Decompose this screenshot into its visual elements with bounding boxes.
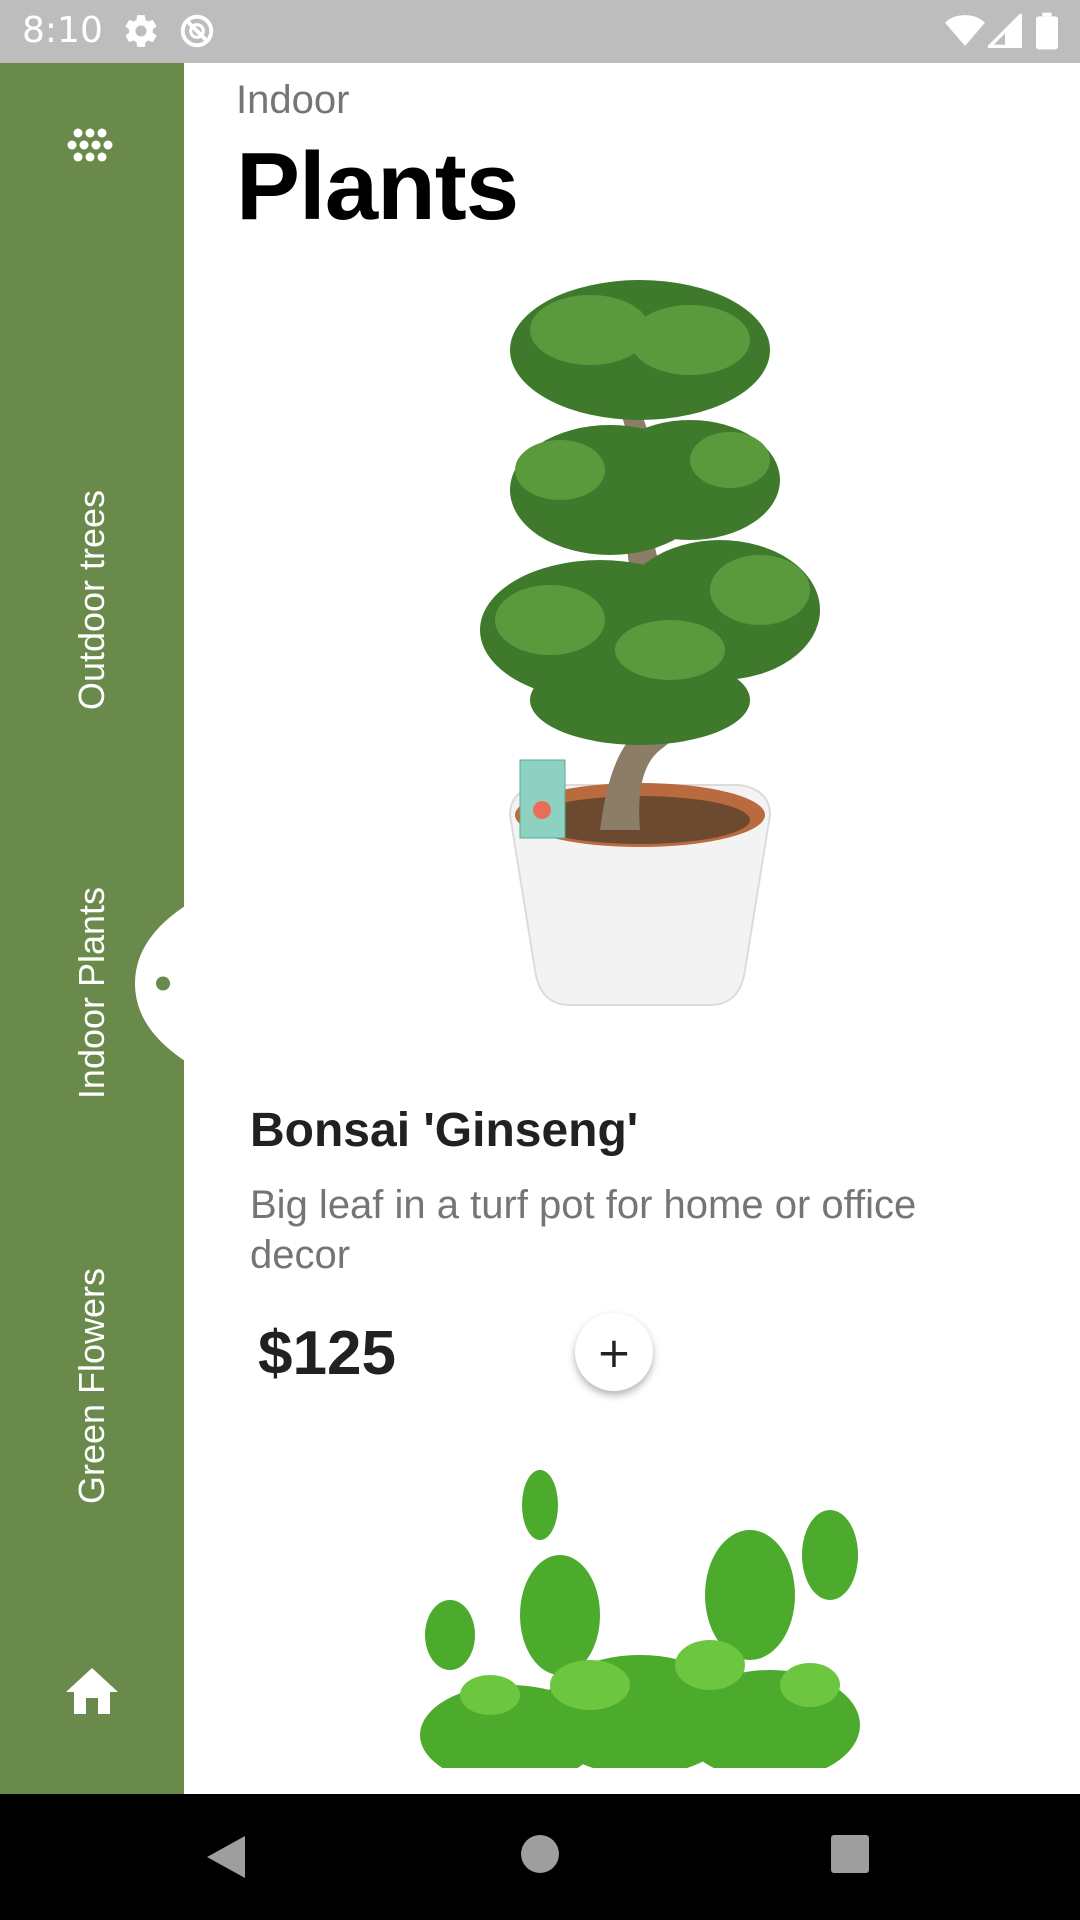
settings-icon <box>125 15 157 47</box>
status-time: 8:10 <box>22 10 103 51</box>
product-name[interactable]: Bonsai 'Ginseng' <box>250 1103 638 1158</box>
back-icon[interactable] <box>205 1834 247 1880</box>
product-price: $125 <box>258 1319 396 1388</box>
plus-icon: + <box>596 1327 632 1377</box>
tab-green-flowers-label: Green Flowers <box>71 1267 112 1505</box>
add-to-cart-button[interactable]: + <box>575 1313 653 1391</box>
no-disturb-icon <box>180 14 214 48</box>
product-description: Big leaf in a turf pot for home or offic… <box>250 1183 917 1277</box>
bonsai-image[interactable] <box>440 270 860 1010</box>
status-bar: 8:10 <box>0 0 1080 63</box>
recents-icon[interactable] <box>830 1834 870 1874</box>
category-sidebar: Outdoor trees Indoor Plants Green Flower… <box>0 63 185 1794</box>
battery-icon <box>1036 12 1058 50</box>
tab-outdoor-trees-label: Outdoor trees <box>71 489 112 711</box>
home-icon[interactable] <box>66 1668 118 1716</box>
active-tab-indicator <box>135 906 185 1061</box>
dots-grid-icon[interactable] <box>66 125 114 173</box>
header-subtitle: Indoor <box>236 78 350 122</box>
home-circle-icon[interactable] <box>520 1834 560 1874</box>
signal-icon <box>988 14 1022 48</box>
page-title: Plants <box>236 133 519 240</box>
tab-indoor-plants-label: Indoor Plants <box>71 886 112 1100</box>
green-plant-image[interactable] <box>390 1465 890 1768</box>
wifi-icon <box>945 15 985 46</box>
system-navigation-bar <box>0 1794 1080 1920</box>
